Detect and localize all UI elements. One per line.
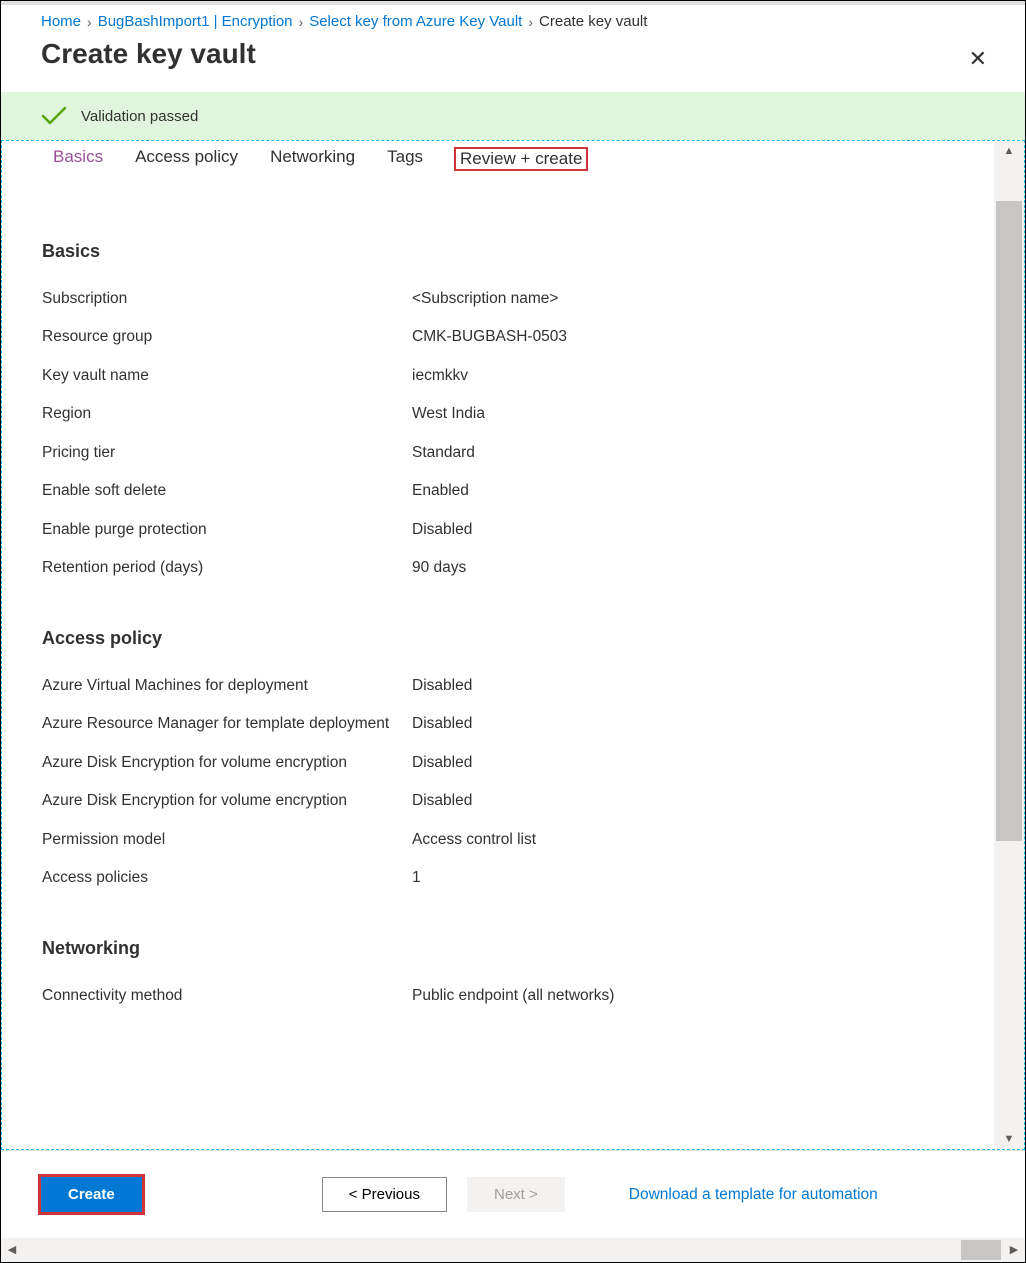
next-button: Next > bbox=[467, 1177, 565, 1212]
checkmark-icon bbox=[41, 106, 67, 126]
row-value: Standard bbox=[412, 442, 954, 464]
chevron-right-icon: › bbox=[528, 14, 533, 30]
validation-message: Validation passed bbox=[81, 108, 198, 125]
table-row: Connectivity methodPublic endpoint (all … bbox=[42, 977, 954, 1015]
row-label: Region bbox=[42, 403, 412, 425]
row-value: West India bbox=[412, 403, 954, 425]
previous-button[interactable]: < Previous bbox=[322, 1177, 447, 1212]
scroll-left-arrow-icon[interactable]: ◀ bbox=[1, 1238, 23, 1262]
chevron-right-icon: › bbox=[299, 14, 304, 30]
table-row: Retention period (days)90 days bbox=[42, 549, 954, 587]
vertical-scrollbar[interactable]: ▲ ▼ bbox=[994, 141, 1024, 1149]
row-value: Disabled bbox=[412, 675, 954, 697]
row-value: Disabled bbox=[412, 790, 954, 812]
download-template-link[interactable]: Download a template for automation bbox=[629, 1186, 878, 1204]
table-row: Access policies1 bbox=[42, 859, 954, 897]
row-value: 90 days bbox=[412, 557, 954, 579]
section-heading-basics: Basics bbox=[42, 241, 954, 262]
table-row: Azure Disk Encryption for volume encrypt… bbox=[42, 782, 954, 820]
section-heading-networking: Networking bbox=[42, 938, 954, 959]
row-value: Disabled bbox=[412, 752, 954, 774]
scrollbar-thumb[interactable] bbox=[961, 1240, 1001, 1260]
close-button[interactable]: ✕ bbox=[961, 44, 995, 74]
row-label: Enable soft delete bbox=[42, 480, 412, 502]
section-heading-access-policy: Access policy bbox=[42, 628, 954, 649]
tabs: Basics Access policy Networking Tags Rev… bbox=[2, 141, 994, 171]
row-value: CMK-BUGBASH-0503 bbox=[412, 326, 954, 348]
breadcrumb-item-2[interactable]: Select key from Azure Key Vault bbox=[309, 13, 522, 30]
row-label: Enable purge protection bbox=[42, 519, 412, 541]
row-label: Permission model bbox=[42, 829, 412, 851]
table-row: Azure Disk Encryption for volume encrypt… bbox=[42, 744, 954, 782]
breadcrumb-item-1[interactable]: BugBashImport1 | Encryption bbox=[98, 13, 293, 30]
row-value: 1 bbox=[412, 867, 954, 889]
tab-networking[interactable]: Networking bbox=[269, 147, 356, 171]
table-row: Permission modelAccess control list bbox=[42, 821, 954, 859]
footer-actions: Create < Previous Next > Download a temp… bbox=[1, 1150, 1025, 1238]
horizontal-scrollbar[interactable]: ◀ ▶ bbox=[1, 1238, 1025, 1262]
row-label: Azure Virtual Machines for deployment bbox=[42, 675, 412, 697]
row-value: Access control list bbox=[412, 829, 954, 851]
create-button[interactable]: Create bbox=[41, 1177, 142, 1212]
page-title: Create key vault bbox=[41, 38, 256, 70]
breadcrumb-home[interactable]: Home bbox=[41, 13, 81, 30]
table-row: RegionWest India bbox=[42, 395, 954, 433]
tab-review-create[interactable]: Review + create bbox=[454, 147, 588, 171]
scrollbar-thumb[interactable] bbox=[996, 201, 1022, 841]
row-label: Key vault name bbox=[42, 365, 412, 387]
table-row: Azure Virtual Machines for deploymentDis… bbox=[42, 667, 954, 705]
row-label: Subscription bbox=[42, 288, 412, 310]
row-value: Disabled bbox=[412, 519, 954, 541]
tab-basics[interactable]: Basics bbox=[52, 147, 104, 171]
breadcrumb-current: Create key vault bbox=[539, 13, 647, 30]
row-value: Enabled bbox=[412, 480, 954, 502]
row-value: Disabled bbox=[412, 713, 954, 735]
row-label: Access policies bbox=[42, 867, 412, 889]
scroll-down-arrow-icon[interactable]: ▼ bbox=[994, 1129, 1024, 1149]
row-value: iecmkkv bbox=[412, 365, 954, 387]
row-label: Azure Resource Manager for template depl… bbox=[42, 713, 412, 735]
table-row: Subscription<Subscription name> bbox=[42, 280, 954, 318]
close-icon: ✕ bbox=[969, 46, 987, 71]
tab-tags[interactable]: Tags bbox=[386, 147, 424, 171]
breadcrumb: Home › BugBashImport1 | Encryption › Sel… bbox=[1, 5, 1025, 34]
row-label: Resource group bbox=[42, 326, 412, 348]
tab-access-policy[interactable]: Access policy bbox=[134, 147, 239, 171]
table-row: Key vault nameiecmkkv bbox=[42, 357, 954, 395]
table-row: Enable soft deleteEnabled bbox=[42, 472, 954, 510]
scroll-up-arrow-icon[interactable]: ▲ bbox=[994, 141, 1024, 161]
table-row: Enable purge protectionDisabled bbox=[42, 511, 954, 549]
row-value: <Subscription name> bbox=[412, 288, 954, 310]
row-value: Public endpoint (all networks) bbox=[412, 985, 954, 1007]
row-label: Azure Disk Encryption for volume encrypt… bbox=[42, 790, 412, 812]
row-label: Connectivity method bbox=[42, 985, 412, 1007]
content-area: Basics Access policy Networking Tags Rev… bbox=[1, 140, 1025, 1150]
row-label: Azure Disk Encryption for volume encrypt… bbox=[42, 752, 412, 774]
scroll-right-arrow-icon[interactable]: ▶ bbox=[1003, 1238, 1025, 1262]
table-row: Pricing tierStandard bbox=[42, 434, 954, 472]
table-row: Resource groupCMK-BUGBASH-0503 bbox=[42, 318, 954, 356]
row-label: Pricing tier bbox=[42, 442, 412, 464]
chevron-right-icon: › bbox=[87, 14, 92, 30]
table-row: Azure Resource Manager for template depl… bbox=[42, 705, 954, 743]
validation-banner: Validation passed bbox=[1, 92, 1025, 140]
row-label: Retention period (days) bbox=[42, 557, 412, 579]
